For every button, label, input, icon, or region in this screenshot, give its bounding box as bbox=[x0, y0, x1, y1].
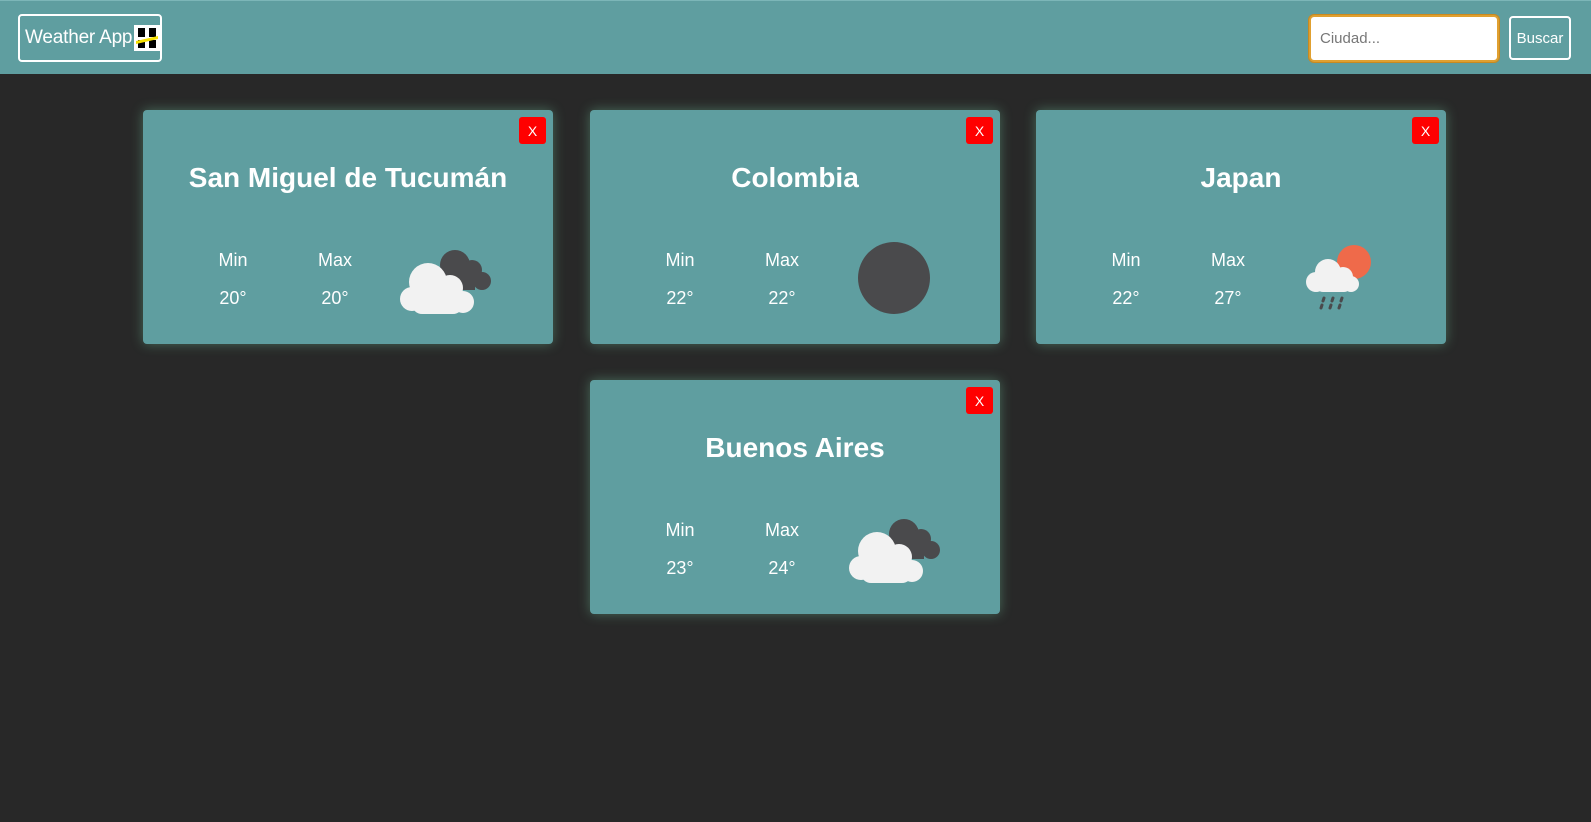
max-temp: Max 22° bbox=[742, 250, 822, 309]
min-temp: Min 22° bbox=[640, 250, 720, 309]
max-temp: Max 27° bbox=[1188, 250, 1268, 309]
min-value: 22° bbox=[666, 288, 694, 308]
weather-card: X Buenos Aires Min 23° Max 24° bbox=[590, 380, 1000, 614]
close-card-button[interactable]: X bbox=[519, 117, 546, 144]
min-value: 20° bbox=[219, 288, 247, 308]
max-temp: Max 24° bbox=[742, 520, 822, 579]
moon-icon bbox=[858, 242, 930, 314]
weather-card: X Japan Min 22° Max 27° bbox=[1036, 110, 1446, 344]
rain-sun-icon bbox=[1306, 245, 1371, 310]
min-temp: Min 22° bbox=[1086, 250, 1166, 309]
broken-clouds-icon bbox=[400, 250, 491, 314]
min-label: Min bbox=[665, 520, 695, 540]
close-card-button[interactable]: X bbox=[966, 387, 993, 414]
weather-card: X Colombia Min 22° Max 22° bbox=[590, 110, 1000, 344]
max-value: 27° bbox=[1214, 288, 1242, 308]
min-value: 22° bbox=[1112, 288, 1140, 308]
broken-clouds-icon bbox=[849, 519, 940, 583]
city-search-input[interactable] bbox=[1308, 14, 1500, 63]
max-value: 20° bbox=[321, 288, 349, 308]
close-card-button[interactable]: X bbox=[966, 117, 993, 144]
min-temp: Min 23° bbox=[640, 520, 720, 579]
city-name: San Miguel de Tucumán bbox=[188, 162, 508, 193]
city-name: Buenos Aires bbox=[705, 432, 885, 463]
close-card-button[interactable]: X bbox=[1412, 117, 1439, 144]
max-label: Max bbox=[317, 250, 352, 270]
city-name: Japan bbox=[1200, 162, 1282, 193]
min-label: Min bbox=[665, 250, 695, 270]
min-temp: Min 20° bbox=[193, 250, 273, 309]
min-value: 23° bbox=[666, 558, 694, 578]
app-logo-icon bbox=[134, 25, 160, 51]
min-label: Min bbox=[1111, 250, 1141, 270]
brand-link[interactable]: Weather App bbox=[18, 14, 162, 62]
city-name: Colombia bbox=[731, 162, 859, 193]
min-label: Min bbox=[218, 250, 248, 270]
max-label: Max bbox=[1210, 250, 1245, 270]
weather-card: X San Miguel de Tucumán Min 20° Max 20° bbox=[143, 110, 553, 344]
max-value: 22° bbox=[768, 288, 796, 308]
max-temp: Max 20° bbox=[295, 250, 375, 309]
max-label: Max bbox=[764, 250, 799, 270]
max-value: 24° bbox=[768, 558, 796, 578]
brand-title: Weather App bbox=[25, 27, 133, 48]
search-button[interactable]: Buscar bbox=[1509, 16, 1571, 60]
navbar: Weather App Buscar bbox=[0, 0, 1591, 74]
max-label: Max bbox=[764, 520, 799, 540]
